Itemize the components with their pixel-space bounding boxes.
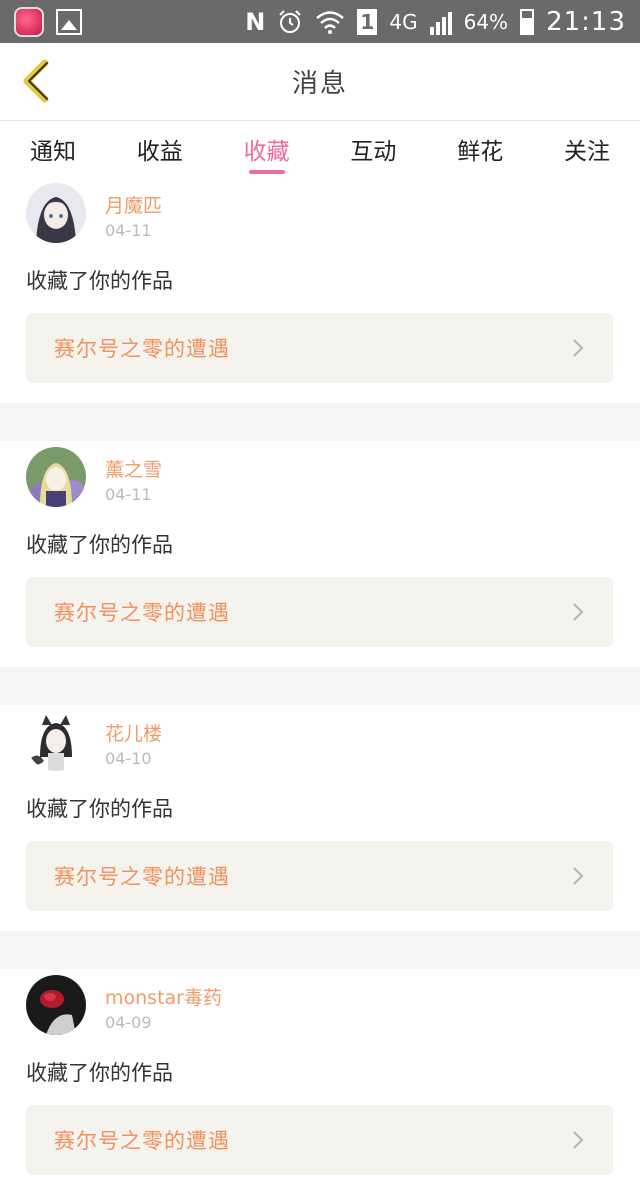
- tab-notifications[interactable]: 通知: [14, 121, 92, 177]
- list-item: 月魔匹 04-11 收藏了你的作品 赛尔号之零的遭遇: [0, 177, 640, 403]
- tab-favorites[interactable]: 收藏: [228, 121, 306, 177]
- avatar[interactable]: [26, 183, 86, 243]
- chevron-right-icon: [571, 1128, 587, 1152]
- tab-flowers[interactable]: 鲜花: [441, 121, 519, 177]
- list-item: 薰之雪 04-11 收藏了你的作品 赛尔号之零的遭遇: [0, 441, 640, 667]
- status-bar: N 1 4G 64% 21:13: [0, 0, 640, 43]
- work-link[interactable]: 赛尔号之零的遭遇: [26, 1105, 613, 1175]
- nfc-icon: N: [245, 7, 266, 36]
- work-title: 赛尔号之零的遭遇: [54, 865, 230, 889]
- activity-text: 收藏了你的作品: [26, 797, 173, 821]
- tab-interactions[interactable]: 互动: [334, 121, 412, 177]
- list-item: 花儿楼 04-10 收藏了你的作品 赛尔号之零的遭遇: [0, 705, 640, 931]
- work-link[interactable]: 赛尔号之零的遭遇: [26, 313, 613, 383]
- chevron-left-icon: [23, 59, 49, 103]
- activity-text: 收藏了你的作品: [26, 1061, 173, 1085]
- alarm-icon: [279, 9, 302, 33]
- user-name[interactable]: 薰之雪: [105, 455, 162, 482]
- wifi-icon: [316, 10, 345, 34]
- user-name[interactable]: monstar毒药: [105, 983, 222, 1010]
- app-header: 消息: [0, 43, 640, 121]
- avatar[interactable]: [26, 711, 86, 771]
- divider: [0, 931, 640, 969]
- timestamp: 04-11: [105, 485, 152, 504]
- sim-icon: 1: [357, 8, 378, 35]
- list-item: monstar毒药 04-09 收藏了你的作品 赛尔号之零的遭遇: [0, 969, 640, 1195]
- user-name[interactable]: 花儿楼: [105, 719, 162, 746]
- tab-bar: 通知 收益 收藏 互动 鲜花 关注: [0, 121, 640, 177]
- chevron-right-icon: [571, 600, 587, 624]
- battery-icon: [520, 8, 535, 35]
- network-type: 4G: [389, 9, 418, 34]
- app-notification-icon: [14, 6, 44, 37]
- work-link[interactable]: 赛尔号之零的遭遇: [26, 841, 613, 911]
- work-title: 赛尔号之零的遭遇: [54, 337, 230, 361]
- chevron-right-icon: [571, 864, 587, 888]
- back-button[interactable]: [14, 57, 58, 105]
- user-name[interactable]: 月魔匹: [105, 191, 162, 218]
- divider: [0, 667, 640, 705]
- clock: 21:13: [546, 6, 626, 37]
- gallery-icon: [56, 8, 82, 35]
- page-title: 消息: [291, 69, 348, 99]
- timestamp: 04-11: [105, 221, 152, 240]
- tab-earnings[interactable]: 收益: [121, 121, 199, 177]
- timestamp: 04-10: [105, 749, 152, 768]
- work-title: 赛尔号之零的遭遇: [54, 601, 230, 625]
- message-list: 月魔匹 04-11 收藏了你的作品 赛尔号之零的遭遇 薰之雪 04-11 收藏了…: [0, 177, 640, 1195]
- tab-follows[interactable]: 关注: [548, 121, 626, 177]
- activity-text: 收藏了你的作品: [26, 269, 173, 293]
- battery-percent: 64%: [463, 9, 509, 34]
- timestamp: 04-09: [105, 1013, 152, 1032]
- work-link[interactable]: 赛尔号之零的遭遇: [26, 577, 613, 647]
- activity-text: 收藏了你的作品: [26, 533, 173, 557]
- avatar[interactable]: [26, 447, 86, 507]
- work-title: 赛尔号之零的遭遇: [54, 1129, 230, 1153]
- signal-icon: [429, 9, 452, 35]
- divider: [0, 403, 640, 441]
- chevron-right-icon: [571, 336, 587, 360]
- avatar[interactable]: [26, 975, 86, 1035]
